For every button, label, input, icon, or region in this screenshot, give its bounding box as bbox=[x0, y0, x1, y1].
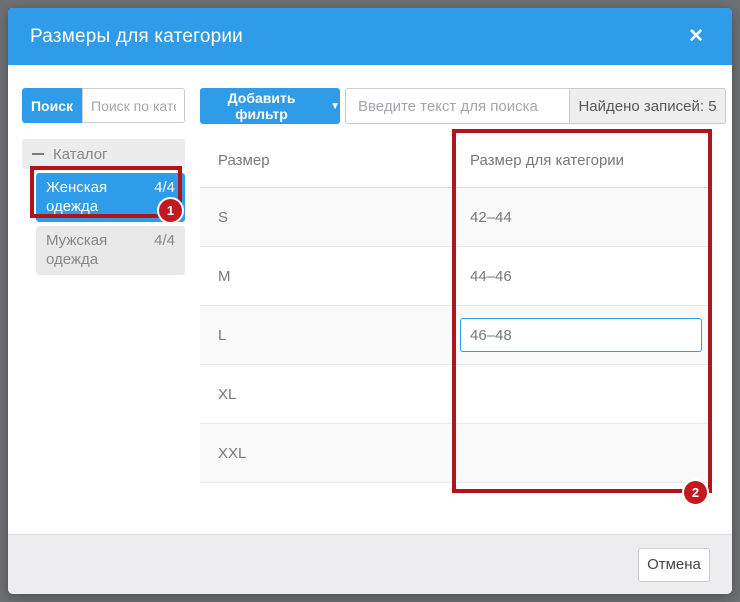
count-badge: 4/4 bbox=[154, 231, 175, 250]
tree-root-label: Каталог bbox=[53, 146, 108, 163]
add-filter-label: Добавить фильтр bbox=[200, 90, 323, 122]
sizes-table: Размер Размер для категории S 42–44 M 44… bbox=[200, 133, 710, 483]
category-size-cell[interactable]: 42–44 bbox=[452, 209, 710, 226]
category-sidebar: Поиск Каталог Женская одежда 4/4 bbox=[22, 88, 185, 534]
size-cell: L bbox=[200, 327, 452, 344]
size-cell: S bbox=[200, 209, 452, 226]
size-cell: M bbox=[200, 268, 452, 285]
tree-children: Женская одежда 4/4 Мужская одежда 4/4 bbox=[22, 173, 185, 275]
table-row-l[interactable]: L bbox=[200, 306, 710, 365]
column-header-size: Размер bbox=[200, 152, 452, 169]
size-cell: XL bbox=[200, 386, 452, 403]
modal-footer: Отмена bbox=[8, 534, 732, 594]
tree-node-catalog[interactable]: Каталог bbox=[22, 139, 185, 169]
table-search-input[interactable] bbox=[345, 88, 569, 124]
table-header-row: Размер Размер для категории bbox=[200, 133, 710, 188]
caret-down-icon: ▼ bbox=[330, 102, 340, 112]
modal-backdrop: Размеры для категории ✕ Поиск Каталог Же… bbox=[0, 0, 740, 602]
table-row-m[interactable]: M 44–46 bbox=[200, 247, 710, 306]
category-tree: Каталог Женская одежда 4/4 Мужская одежд… bbox=[22, 139, 185, 275]
sizes-for-category-modal: Размеры для категории ✕ Поиск Каталог Же… bbox=[8, 8, 732, 594]
category-size-cell[interactable]: 44–46 bbox=[452, 268, 710, 285]
collapse-icon bbox=[32, 153, 44, 155]
column-header-category-size: Размер для категории bbox=[452, 152, 710, 169]
close-icon[interactable]: ✕ bbox=[684, 23, 708, 50]
main-panel: Добавить фильтр ▼ Найдено записей: 5 Раз… bbox=[200, 88, 726, 534]
table-row-xl[interactable]: XL bbox=[200, 365, 710, 424]
category-size-cell-editing bbox=[452, 318, 710, 352]
modal-title: Размеры для категории bbox=[30, 26, 243, 48]
tree-item-label: Мужская одежда bbox=[46, 231, 142, 269]
cancel-button[interactable]: Отмена bbox=[638, 548, 710, 582]
tree-item-womens-clothing[interactable]: Женская одежда 4/4 bbox=[36, 173, 185, 222]
tree-item-mens-clothing[interactable]: Мужская одежда 4/4 bbox=[36, 226, 185, 275]
size-cell: XXL bbox=[200, 445, 452, 462]
category-search-input[interactable] bbox=[82, 88, 185, 123]
count-badge: 4/4 bbox=[154, 178, 175, 197]
sidebar-search-button[interactable]: Поиск bbox=[22, 88, 82, 123]
table-row-xxl[interactable]: XXL bbox=[200, 424, 710, 483]
category-size-input[interactable] bbox=[460, 318, 702, 352]
table-toolbar: Добавить фильтр ▼ Найдено записей: 5 bbox=[200, 88, 726, 124]
table-search-group: Найдено записей: 5 bbox=[345, 88, 726, 124]
modal-body: Поиск Каталог Женская одежда 4/4 bbox=[8, 65, 732, 534]
records-found-label: Найдено записей: 5 bbox=[569, 88, 726, 124]
table-row-s[interactable]: S 42–44 bbox=[200, 188, 710, 247]
add-filter-button[interactable]: Добавить фильтр ▼ bbox=[200, 88, 340, 124]
modal-header: Размеры для категории ✕ bbox=[8, 8, 732, 65]
sidebar-search-group: Поиск bbox=[22, 88, 185, 123]
tree-item-label: Женская одежда bbox=[46, 178, 142, 216]
